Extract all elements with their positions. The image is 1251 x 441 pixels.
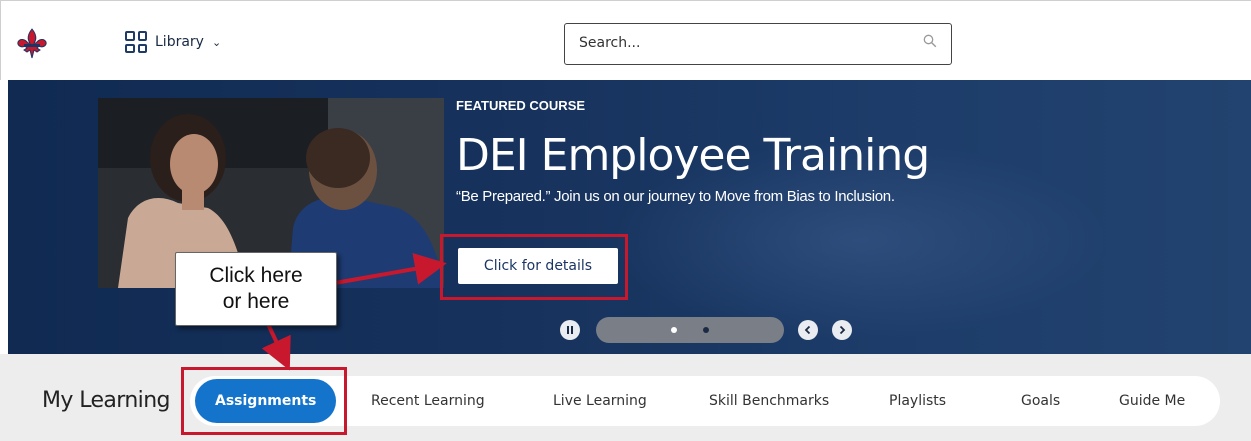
carousel-dot-2[interactable] [703, 327, 709, 333]
grid-icon [125, 31, 147, 53]
search-icon[interactable] [923, 34, 937, 48]
fleur-de-lis-logo-icon[interactable] [15, 27, 49, 61]
click-for-details-button[interactable]: Click for details [458, 248, 618, 284]
tab-assignments[interactable]: Assignments [195, 379, 337, 423]
pause-icon[interactable] [560, 320, 580, 340]
tab-live-learning[interactable]: Live Learning [553, 376, 647, 426]
my-learning-title: My Learning [42, 388, 171, 413]
tab-playlists[interactable]: Playlists [889, 376, 946, 426]
callout-line-2: or here [222, 290, 290, 313]
callout-line-1: Click here [209, 264, 303, 287]
carousel-indicator [596, 317, 784, 343]
featured-eyebrow: FEATURED COURSE [456, 98, 586, 113]
my-learning-tabs: Assignments Recent Learning Live Learnin… [190, 376, 1220, 426]
instruction-callout: Click here or here [175, 252, 337, 326]
library-menu-button[interactable]: Library ⌄ [125, 27, 221, 57]
library-label: Library [155, 34, 204, 50]
chevron-left-icon[interactable] [798, 320, 818, 340]
search-input[interactable] [565, 24, 909, 62]
tab-recent-learning[interactable]: Recent Learning [371, 376, 485, 426]
tab-skill-benchmarks[interactable]: Skill Benchmarks [709, 376, 829, 426]
carousel-controls [560, 317, 852, 343]
chevron-down-icon: ⌄ [211, 36, 222, 49]
my-learning-section: My Learning Assignments Recent Learning … [0, 354, 1251, 441]
tab-goals[interactable]: Goals [1021, 376, 1060, 426]
featured-course-title[interactable]: DEI Employee Training [456, 130, 930, 181]
tab-guide-me[interactable]: Guide Me [1119, 376, 1185, 426]
chevron-right-icon[interactable] [832, 320, 852, 340]
top-bar: Library ⌄ [0, 0, 1251, 80]
search-box [564, 23, 952, 65]
carousel-dot-1[interactable] [671, 327, 677, 333]
featured-course-subtitle: “Be Prepared.” Join us on our journey to… [456, 188, 895, 205]
